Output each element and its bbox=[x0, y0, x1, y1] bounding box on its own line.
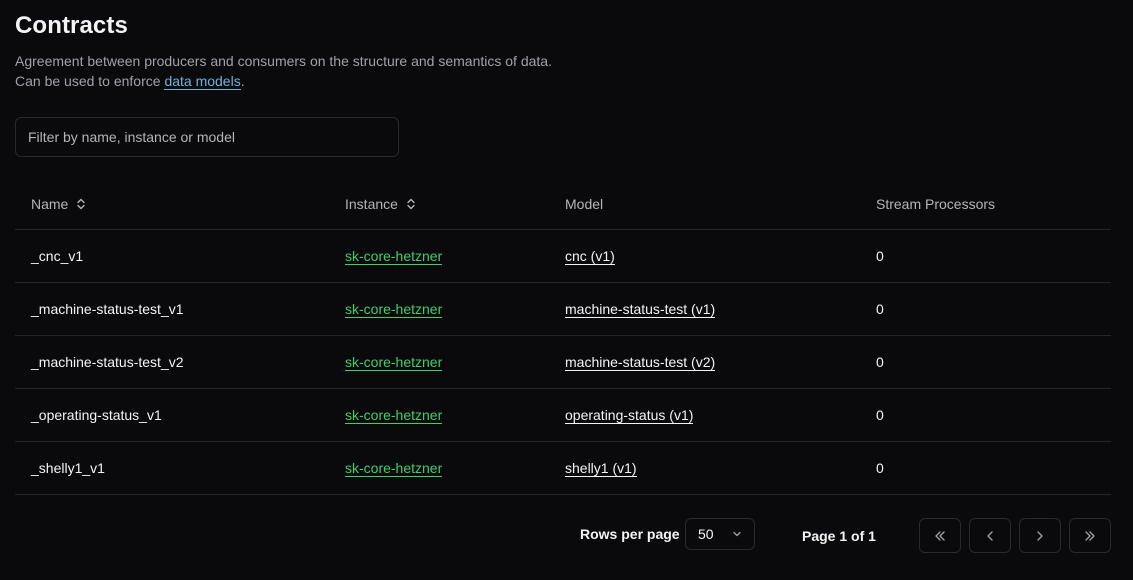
filter-input[interactable] bbox=[15, 117, 399, 157]
table-row: _machine-status-test_v2 sk-core-hetzner … bbox=[15, 336, 1111, 389]
model-link[interactable]: shelly1 (v1) bbox=[565, 460, 637, 477]
contract-name: _shelly1_v1 bbox=[31, 460, 105, 476]
rows-per-page-select[interactable]: 50 bbox=[685, 518, 755, 550]
page-title: Contracts bbox=[15, 12, 128, 39]
contract-name: _cnc_v1 bbox=[31, 248, 84, 264]
page-info: Page 1 of 1 bbox=[802, 528, 876, 544]
contracts-page: Contracts Agreement between producers an… bbox=[0, 0, 1133, 580]
description-line-1: Agreement between producers and consumer… bbox=[15, 53, 552, 69]
table-row: _operating-status_v1 sk-core-hetzner ope… bbox=[15, 389, 1111, 442]
chevron-right-icon bbox=[1037, 530, 1043, 541]
page-description: Agreement between producers and consumer… bbox=[15, 51, 552, 91]
stream-processors-count: 0 bbox=[876, 301, 884, 317]
chevron-down-icon bbox=[733, 531, 741, 537]
model-link[interactable]: machine-status-test (v2) bbox=[565, 354, 716, 371]
instance-link[interactable]: sk-core-hetzner bbox=[345, 407, 443, 424]
stream-processors-count: 0 bbox=[876, 407, 884, 423]
previous-page-button[interactable] bbox=[969, 518, 1011, 553]
data-models-link[interactable]: data models bbox=[164, 73, 241, 90]
column-header-name-label: Name bbox=[31, 195, 69, 212]
contract-name: _operating-status_v1 bbox=[31, 407, 162, 423]
column-header-instance[interactable]: Instance bbox=[329, 196, 549, 212]
table-row: _cnc_v1 sk-core-hetzner cnc (v1) 0 bbox=[15, 230, 1111, 283]
stream-processors-count: 0 bbox=[876, 354, 884, 370]
chevrons-right-icon bbox=[1085, 530, 1095, 541]
column-header-model: Model bbox=[565, 195, 604, 212]
instance-link[interactable]: sk-core-hetzner bbox=[345, 301, 443, 318]
table-row: _machine-status-test_v1 sk-core-hetzner … bbox=[15, 283, 1111, 336]
table-header: Name Instance Model Stream Processors bbox=[15, 178, 1111, 230]
last-page-button[interactable] bbox=[1069, 518, 1111, 553]
next-page-button[interactable] bbox=[1019, 518, 1061, 553]
instance-link[interactable]: sk-core-hetzner bbox=[345, 248, 443, 265]
contract-name: _machine-status-test_v1 bbox=[31, 301, 184, 317]
rows-per-page-label: Rows per page bbox=[580, 526, 680, 542]
column-header-instance-label: Instance bbox=[345, 195, 398, 212]
description-suffix: . bbox=[240, 73, 245, 89]
table-row: _shelly1_v1 sk-core-hetzner shelly1 (v1)… bbox=[15, 442, 1111, 495]
contracts-table: Name Instance Model Stream Processors _c… bbox=[15, 178, 1111, 495]
contract-name: _machine-status-test_v2 bbox=[31, 354, 184, 370]
model-link[interactable]: operating-status (v1) bbox=[565, 407, 694, 424]
stream-processors-count: 0 bbox=[876, 248, 884, 264]
model-link[interactable]: machine-status-test (v1) bbox=[565, 301, 716, 318]
description-line-2: Can be used to enforce data models. bbox=[15, 71, 552, 91]
sort-icon bbox=[407, 198, 415, 209]
instance-link[interactable]: sk-core-hetzner bbox=[345, 460, 443, 477]
description-prefix: Can be used to enforce bbox=[15, 73, 165, 89]
column-header-name[interactable]: Name bbox=[15, 196, 329, 212]
rows-per-page-value: 50 bbox=[698, 526, 714, 542]
stream-processors-count: 0 bbox=[876, 460, 884, 476]
chevron-left-icon bbox=[987, 530, 993, 541]
chevrons-left-icon bbox=[935, 530, 945, 541]
sort-icon bbox=[77, 198, 86, 209]
model-link[interactable]: cnc (v1) bbox=[565, 248, 615, 265]
instance-link[interactable]: sk-core-hetzner bbox=[345, 354, 443, 371]
column-header-stream-processors: Stream Processors bbox=[876, 195, 996, 212]
first-page-button[interactable] bbox=[919, 518, 961, 553]
